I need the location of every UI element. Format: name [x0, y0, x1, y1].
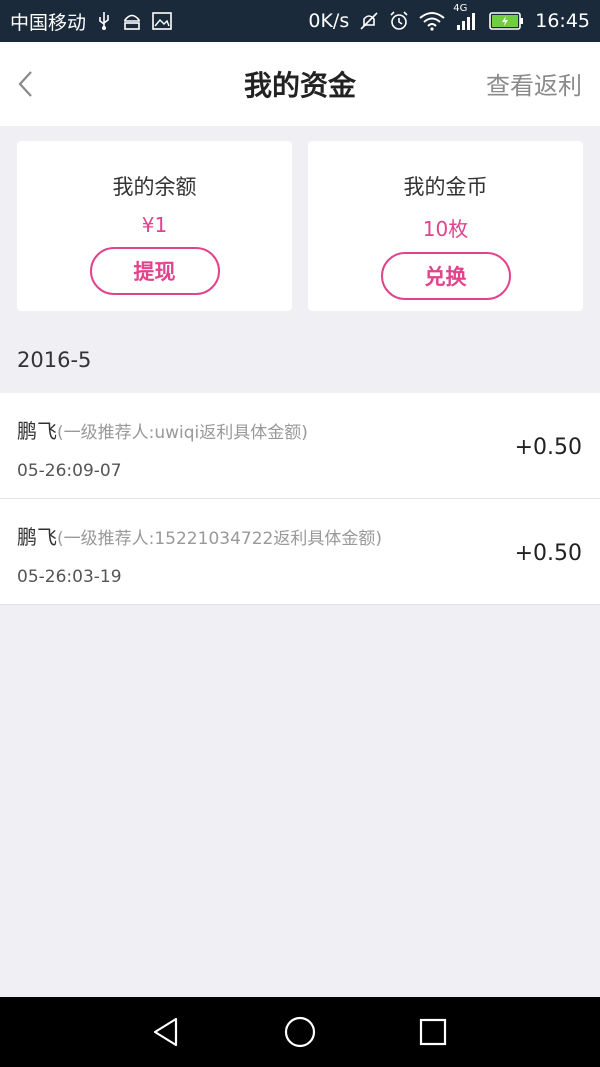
- view-rebate-link[interactable]: 查看返利: [486, 66, 582, 101]
- back-button[interactable]: [6, 62, 46, 106]
- record-name: 鹏飞: [17, 419, 57, 443]
- back-triangle-icon: [153, 1017, 178, 1047]
- balance-card: 我的余额 ¥1 提现: [17, 141, 292, 311]
- coins-label: 我的金币: [403, 175, 488, 199]
- record-amount: +0.50: [514, 435, 582, 460]
- alarm-icon: [389, 11, 409, 31]
- record-title: 鹏飞(一级推荐人:15221034722返利具体金额): [17, 521, 382, 550]
- network-type-label: 4G: [453, 3, 468, 14]
- exchange-button[interactable]: 兑换: [380, 252, 511, 300]
- status-bar: 中国移动 0K/s 4G 16:45: [0, 0, 600, 42]
- record-desc: (一级推荐人:uwiqi返利具体金额): [57, 423, 308, 443]
- status-time: 16:45: [535, 10, 590, 32]
- withdraw-button[interactable]: 提现: [89, 247, 220, 295]
- screen: 中国移动 0K/s 4G 16:45 我的资金 查看返利 我的余额 ¥1 提现 …: [0, 0, 600, 1067]
- record-time: 05-26:09-07: [17, 461, 122, 481]
- battery-charging-icon: [489, 11, 525, 31]
- coins-value: 10枚: [422, 217, 469, 241]
- recents-square-icon: [419, 1018, 447, 1046]
- status-bar-left: 中国移动: [10, 8, 172, 35]
- image-icon: [152, 12, 172, 30]
- balance-value: ¥1: [141, 213, 168, 237]
- carrier-name: 中国移动: [10, 11, 87, 34]
- balance-label: 我的余额: [112, 175, 197, 199]
- navigation-bar: [0, 997, 600, 1067]
- home-circle-icon: [284, 1016, 316, 1048]
- chevron-left-icon: [18, 71, 32, 97]
- usb-icon: [96, 11, 112, 31]
- month-header: 2016-5: [17, 348, 92, 372]
- record-time: 05-26:03-19: [17, 567, 122, 587]
- status-bar-right: 0K/s 4G 16:45: [308, 3, 590, 32]
- app-header: 我的资金 查看返利: [0, 42, 600, 126]
- record-name: 鹏飞: [17, 525, 57, 549]
- nav-back-button[interactable]: [146, 1012, 186, 1052]
- record-title: 鹏飞(一级推荐人:uwiqi返利具体金额): [17, 415, 308, 444]
- list-item[interactable]: 鹏飞(一级推荐人:15221034722返利具体金额) 05-26:03-19 …: [0, 499, 600, 605]
- nav-home-button[interactable]: [280, 1012, 320, 1052]
- list-item[interactable]: 鹏飞(一级推荐人:uwiqi返利具体金额) 05-26:09-07 +0.50: [0, 393, 600, 499]
- rebate-record-list: 鹏飞(一级推荐人:uwiqi返利具体金额) 05-26:09-07 +0.50 …: [0, 393, 600, 605]
- android-icon: [122, 12, 142, 30]
- record-amount: +0.50: [514, 541, 582, 566]
- page-title: 我的资金: [243, 69, 356, 102]
- nav-recents-button[interactable]: [413, 1012, 453, 1052]
- wifi-icon: [419, 11, 445, 31]
- network-speed: 0K/s: [308, 10, 350, 32]
- funds-summary: 我的余额 ¥1 提现 我的金币 10枚 兑换: [0, 126, 600, 326]
- signal-icon: 4G: [453, 3, 479, 31]
- coins-card: 我的金币 10枚 兑换: [308, 141, 583, 311]
- record-desc: (一级推荐人:15221034722返利具体金额): [57, 529, 382, 549]
- mute-icon: [359, 11, 379, 31]
